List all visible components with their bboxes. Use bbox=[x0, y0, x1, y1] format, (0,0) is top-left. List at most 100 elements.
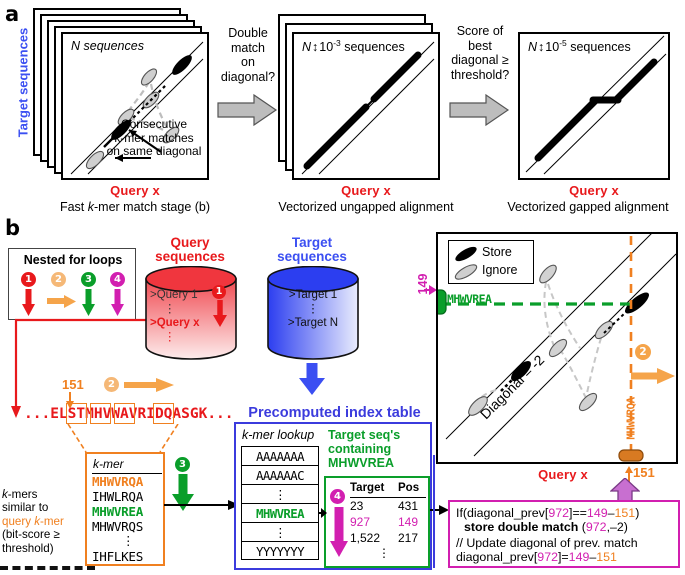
hits-box: 4 Target Pos 23 431 927 149 1,522 217 ⋮ bbox=[324, 476, 430, 568]
code-line1-mid: ]== bbox=[569, 506, 587, 520]
kmer-entry-2: IHWLRQA bbox=[92, 489, 143, 504]
target-db-title-line2: sequences bbox=[277, 249, 347, 265]
code-line2-open: ( bbox=[578, 520, 586, 534]
stage3-inner-label-suffix: sequences bbox=[570, 40, 631, 55]
kmer-caption-line3: query k-mer bbox=[2, 514, 64, 528]
code-line1-index: 972 bbox=[548, 506, 569, 520]
dotplot-x-kmer-label: MHWVRQA bbox=[624, 397, 638, 440]
kmer-to-lookup-arrow bbox=[164, 500, 240, 510]
code-line4-mid: ]= bbox=[557, 550, 569, 564]
panel-b-bottom-dashes bbox=[0, 566, 95, 570]
code-line1-dash: – bbox=[607, 506, 615, 520]
dotplot-y-kmer-label: MHWVREA bbox=[447, 292, 492, 306]
query-position-label: 151 bbox=[62, 377, 84, 392]
code-line-2: store double match (972,–2) bbox=[464, 520, 628, 534]
loop-badge-2: 2 bbox=[51, 272, 66, 287]
nested-loops-box: Nested for loops 1 2 3 4 bbox=[8, 248, 136, 320]
kmer-window-4 bbox=[153, 403, 174, 424]
nested-loops-arrows bbox=[22, 289, 124, 316]
kmer-badge-3: 3 bbox=[175, 457, 190, 472]
hits-row-2-pos: 149 bbox=[398, 515, 419, 529]
target-db-title: Target sequences bbox=[262, 235, 362, 265]
dotplot-slide-arrow bbox=[631, 368, 675, 384]
stage1-annotation-line1: Consecutive bbox=[120, 117, 188, 131]
sequence-badge-2: 2 bbox=[104, 377, 119, 392]
kmer-list-header: k-mer bbox=[93, 457, 124, 471]
kmer-entry-6: IHFLKES bbox=[92, 549, 143, 564]
stage2-inner-label-exp: -3 bbox=[333, 38, 341, 48]
stage1-annotation-line3: on same diagonal bbox=[106, 144, 202, 158]
hits-row-3-pos: 217 bbox=[398, 531, 419, 545]
stage2-dotplot-svg bbox=[301, 41, 435, 175]
code-line-3: // Update diagonal of prev. match bbox=[456, 536, 638, 550]
transition2-line3: diagonal ≥ bbox=[451, 53, 509, 67]
transition2-line2: best bbox=[468, 38, 492, 53]
hits-title-line1: Target seq's bbox=[328, 428, 401, 442]
lookup-cell-2: AAAAAAC bbox=[241, 465, 319, 484]
code-line2-close: ,–2) bbox=[606, 520, 628, 534]
dotplot-x-axis-label: Query x bbox=[538, 467, 588, 482]
kmer-window-1 bbox=[66, 403, 87, 424]
nested-loops-title: Nested for loops bbox=[23, 253, 123, 267]
transition2-text: Score of best diagonal ≥ threshold? bbox=[440, 24, 520, 82]
lookup-to-hits-arrow bbox=[319, 508, 327, 518]
stage2-dotplot: N↕10-3 sequences bbox=[292, 32, 440, 180]
legend-store-swatch bbox=[455, 246, 477, 262]
index-table-box: k-mer lookup AAAAAAA AAAAAAC ⋮ MHWVREA ⋮… bbox=[234, 422, 432, 570]
target-db-title-line1: Target bbox=[291, 235, 333, 250]
hits-row-1-pos: 431 bbox=[398, 499, 419, 513]
loop-badge-1: 1 bbox=[21, 272, 36, 287]
transition2-line1: Score of bbox=[456, 24, 504, 38]
hits-down-arrow bbox=[330, 507, 348, 557]
kmer-entry-5: ⋮ bbox=[122, 533, 135, 548]
stage2-inner-label-n: N bbox=[302, 40, 312, 55]
hits-title-line3: MHWVREA bbox=[328, 456, 394, 470]
kmer-list-header-text: k-mer bbox=[93, 457, 124, 471]
target-db-row-3: >Target N bbox=[287, 317, 339, 329]
lookup-cell-3: ⋮ bbox=[241, 484, 319, 503]
kmer-list-box: k-mer MHWVRQA IHWLRQA MHWVREA MHWVRQS ⋮ … bbox=[85, 452, 165, 566]
legend-ignore-label: Ignore bbox=[482, 263, 518, 277]
transition2-arrow-icon bbox=[449, 93, 510, 127]
code-line1-suffix: ) bbox=[635, 506, 640, 520]
kmer-tie-lines bbox=[67, 424, 179, 453]
query-db-title: Query sequences bbox=[140, 235, 240, 265]
kmer-entry-4: MHWVRQS bbox=[92, 519, 143, 534]
transition1-line1: Double bbox=[228, 26, 268, 40]
dotplot-diagonal-label-text: Diagonal = -2 bbox=[477, 351, 548, 422]
hits-col-target: Target bbox=[350, 482, 385, 494]
hits-row-2-target: 927 bbox=[350, 515, 371, 529]
stage1-dotplot: N sequences Consecutive k-mer matches on… bbox=[61, 32, 209, 180]
kmer-caption-line2: similar to bbox=[2, 501, 49, 515]
hits-row-1-target: 23 bbox=[350, 499, 364, 513]
lookup-cell-5: ⋮ bbox=[241, 522, 319, 541]
kmer-window-3 bbox=[114, 403, 135, 424]
stage3-inner-label-exp: -5 bbox=[559, 38, 567, 48]
target-db-rows: >Target 1 ⋮ >Target N bbox=[268, 288, 358, 330]
code-line4-val1: 149 bbox=[568, 550, 590, 564]
stage3-dotplot: N↕10-5 sequences bbox=[518, 32, 670, 180]
legend-ignore-swatch bbox=[454, 264, 478, 280]
stage1-caption-text: Fast k-mer match stage (b) bbox=[59, 200, 211, 214]
hits-title-line2: containing bbox=[328, 442, 392, 456]
transition1-line4: diagonal? bbox=[220, 69, 276, 84]
sequence-slide-arrow bbox=[124, 378, 174, 392]
transition1-line3: on bbox=[241, 55, 255, 69]
stage3-inner-label-mult: 10 bbox=[545, 40, 560, 55]
lookup-header: k-mer lookup bbox=[242, 428, 314, 442]
loop-badge-4: 4 bbox=[110, 272, 125, 287]
stage2-inner-label: N↕10-3 sequences bbox=[302, 38, 405, 54]
code-line1-val2: 151 bbox=[614, 506, 636, 520]
stage1-annotation: Consecutive k-mer matches on same diagon… bbox=[99, 117, 209, 159]
index-table-title: Precomputed index table bbox=[248, 405, 421, 421]
lookup-header-text: k-mer lookup bbox=[242, 428, 315, 442]
kmer-entry-3: MHWVREA bbox=[92, 504, 143, 519]
dotplot-legend: Store Ignore bbox=[448, 240, 534, 284]
target-db-row-1: >Target 1 bbox=[288, 289, 338, 301]
code-line-4: diagonal_prev[972]=149–151 bbox=[456, 550, 617, 564]
stage1-caption: Fast k-mer match stage (b) bbox=[30, 200, 240, 214]
index-to-code-connector bbox=[433, 455, 435, 568]
legend-store-label: Store bbox=[482, 245, 512, 259]
query-db-badge-1: 1 bbox=[212, 285, 226, 299]
stage1-inner-label: N sequences bbox=[71, 39, 144, 53]
